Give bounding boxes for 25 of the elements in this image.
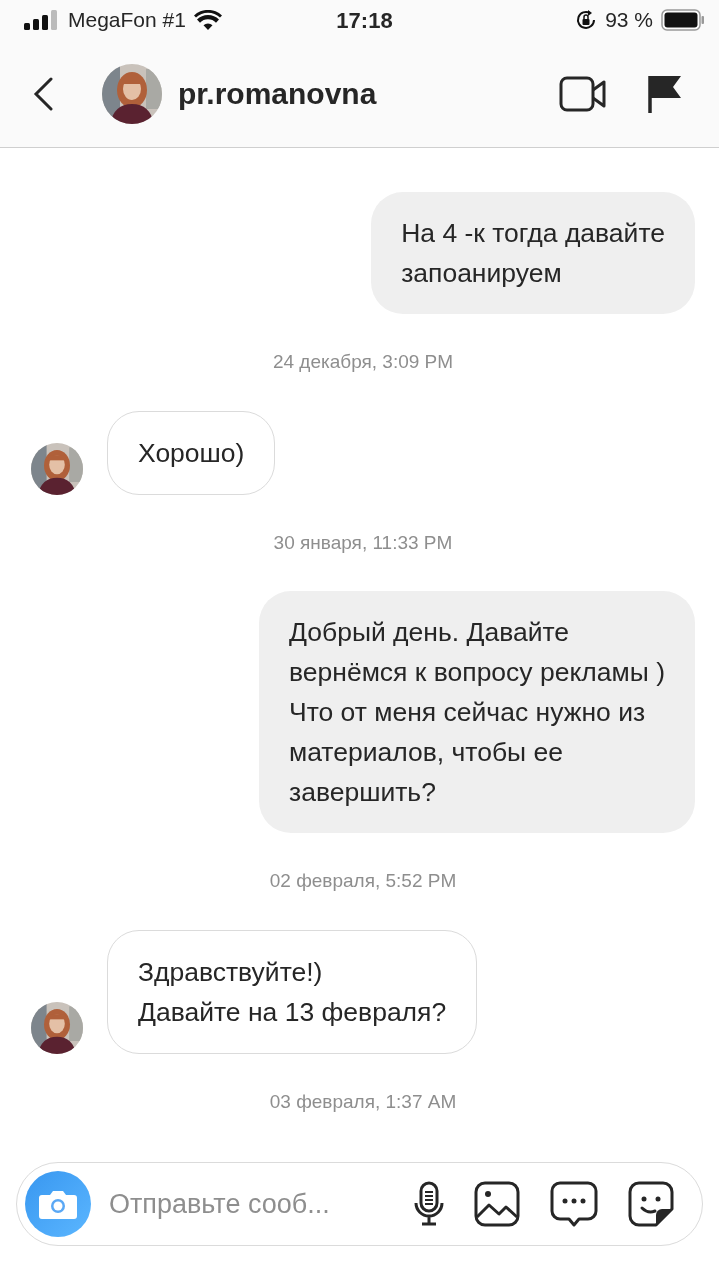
wifi-icon — [193, 10, 222, 30]
message-timestamp: 03 февраля, 1:37 AM — [268, 1089, 458, 1114]
username[interactable]: pr.romanovna — [178, 71, 559, 116]
message-timestamp: 30 января, 11:33 PM — [272, 530, 454, 555]
sent-message: Добрый день. Давайте вернёмся к вопросу рекламы ) Что от меня сейчас нужно из материалов, чтобы ее завершить? — [259, 591, 695, 833]
chat-bubble-button[interactable] — [550, 1181, 598, 1227]
clock-time: 17:18 — [336, 7, 393, 33]
signal-icon — [24, 10, 60, 30]
flag-button[interactable] — [647, 73, 683, 114]
message-timestamp: 02 февраля, 5:52 PM — [268, 869, 458, 893]
battery-icon — [661, 9, 705, 31]
camera-button[interactable] — [25, 1171, 91, 1237]
back-button[interactable] — [32, 76, 54, 111]
microphone-button[interactable] — [414, 1181, 444, 1227]
received-message: Хорошо) — [107, 410, 276, 495]
received-message: Здравствуйте!) Давайте на 13 февраля? — [107, 929, 478, 1054]
battery-percent: 93 % — [605, 7, 653, 34]
video-call-button[interactable] — [559, 75, 607, 112]
sticker-button[interactable] — [628, 1181, 674, 1227]
camera-icon — [38, 1188, 78, 1220]
sent-message: На 4 -к тогда давайте запоанируем — [371, 192, 695, 314]
gallery-button[interactable] — [474, 1181, 520, 1227]
carrier-name: MegaFon #1 — [68, 7, 186, 34]
rotation-lock-icon — [575, 9, 598, 31]
message-timestamp: 24 декабря, 3:09 PM — [271, 350, 455, 374]
